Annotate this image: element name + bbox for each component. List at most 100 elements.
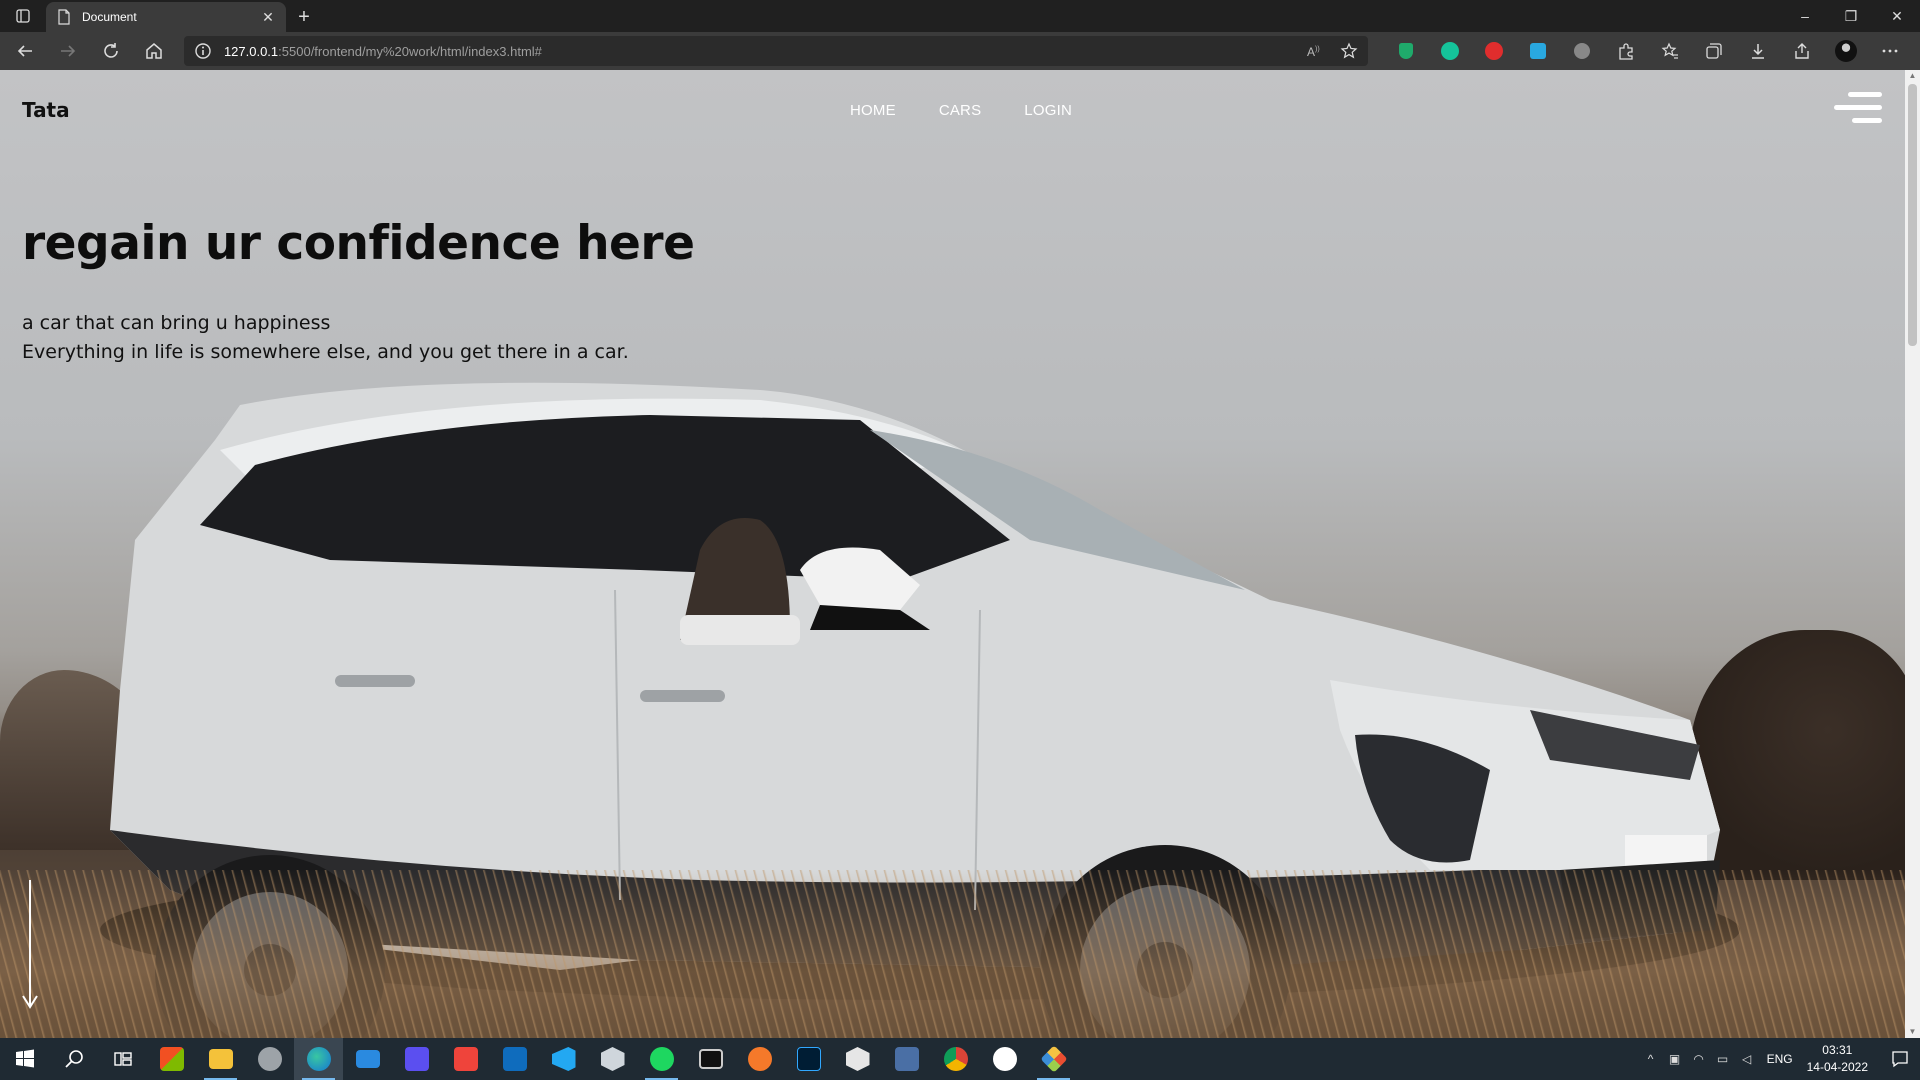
- taskbar-app-explorer[interactable]: [196, 1038, 245, 1080]
- taskbar-app-unity[interactable]: [833, 1038, 882, 1080]
- taskbar-app-chrome[interactable]: [931, 1038, 980, 1080]
- tab-actions-icon: [16, 9, 30, 23]
- clock-date: 14-04-2022: [1806, 1060, 1868, 1074]
- maximize-button[interactable]: ❐: [1828, 0, 1874, 32]
- minimize-button[interactable]: –: [1782, 0, 1828, 32]
- nav-home-link[interactable]: HOME: [850, 102, 896, 119]
- svg-text:)): )): [1315, 46, 1320, 53]
- taskbar-app-mail[interactable]: [343, 1038, 392, 1080]
- favorites-button[interactable]: [1648, 36, 1692, 66]
- taskbar-app-studio[interactable]: [882, 1038, 931, 1080]
- scroll-down-button-icon[interactable]: ▼: [1908, 1028, 1917, 1036]
- extension-icons: [1384, 36, 1912, 66]
- browser-tab-document[interactable]: Document ✕: [46, 2, 286, 32]
- add-favorite-icon[interactable]: [1340, 42, 1358, 60]
- scroll-down-arrow-icon[interactable]: [22, 880, 38, 1010]
- clock-time: 03:31: [1822, 1043, 1853, 1057]
- windows-taskbar: ^ ▣ ◠ ▭ ◁ ENG 03:31 14-04-2022: [0, 1038, 1920, 1080]
- new-tab-button[interactable]: +: [286, 2, 322, 32]
- refresh-icon: [104, 43, 119, 58]
- notification-center-button[interactable]: [1880, 1038, 1920, 1080]
- forward-arrow-icon: [61, 45, 76, 57]
- extension-shield[interactable]: [1384, 36, 1428, 66]
- studio-icon: [894, 1047, 919, 1071]
- extensions-button[interactable]: [1604, 36, 1648, 66]
- taskbar-app-outlook[interactable]: [490, 1038, 539, 1080]
- taskbar-app-generic[interactable]: [980, 1038, 1029, 1080]
- start-button[interactable]: [0, 1038, 49, 1080]
- read-aloud-icon[interactable]: A)): [1306, 42, 1324, 60]
- taskbar-app-terminal[interactable]: [686, 1038, 735, 1080]
- taskbar-clock[interactable]: 03:31 14-04-2022: [1807, 1042, 1868, 1076]
- taskbar-app-photoshop[interactable]: [784, 1038, 833, 1080]
- hamburger-menu-icon[interactable]: [1834, 92, 1882, 126]
- scroll-up-arrow-icon[interactable]: ▲: [1908, 72, 1917, 80]
- refresh-button[interactable]: [94, 36, 129, 66]
- taskbar-app-spotify[interactable]: [637, 1038, 686, 1080]
- anydesk-icon: [453, 1047, 478, 1071]
- vscode-icon: [551, 1047, 576, 1071]
- site-header: Tata HOME CARS LOGIN: [0, 70, 1905, 150]
- address-bar[interactable]: 127.0.0.1:5500/frontend/my%20work/html/i…: [183, 36, 1369, 66]
- home-icon: [146, 43, 163, 59]
- home-button[interactable]: [137, 36, 172, 66]
- share-icon: [1795, 43, 1809, 59]
- windows-start-icon: [15, 1049, 34, 1068]
- git-icon: [1039, 1045, 1068, 1073]
- taskbar-app-anydesk[interactable]: [441, 1038, 490, 1080]
- close-window-button[interactable]: ✕: [1874, 0, 1920, 32]
- taskbar-app-git[interactable]: [1029, 1038, 1078, 1080]
- window-controls: – ❐ ✕: [1782, 0, 1920, 32]
- vscode-blue-icon: [404, 1047, 429, 1071]
- adblock-icon: [1485, 42, 1504, 60]
- tray-overflow-chevron-icon[interactable]: ^: [1639, 1038, 1663, 1080]
- tray-meet-icon[interactable]: ▣: [1663, 1038, 1687, 1080]
- site-logo[interactable]: Tata: [22, 98, 70, 122]
- task-view-button[interactable]: [98, 1038, 147, 1080]
- downloads-button[interactable]: [1736, 36, 1780, 66]
- forward-button[interactable]: [51, 36, 86, 66]
- grass-foreground: [0, 870, 1920, 1038]
- taskbar-app-vscode[interactable]: [539, 1038, 588, 1080]
- collections-icon: [1706, 43, 1722, 59]
- grammarly-icon: [1441, 42, 1460, 60]
- cloud-icon: [1574, 43, 1591, 59]
- taskbar-app-3d[interactable]: [588, 1038, 637, 1080]
- taskbar-app-editor[interactable]: [392, 1038, 441, 1080]
- battery-icon[interactable]: ▭: [1711, 1038, 1735, 1080]
- site-info-icon[interactable]: [194, 42, 212, 60]
- tab-close-icon[interactable]: ✕: [260, 9, 276, 25]
- more-button[interactable]: [1868, 36, 1912, 66]
- share-button[interactable]: [1780, 36, 1824, 66]
- disk-icon: [257, 1047, 282, 1071]
- extension-blue[interactable]: [1516, 36, 1560, 66]
- nav-cars-link[interactable]: CARS: [939, 102, 981, 119]
- extension-grammarly[interactable]: [1428, 36, 1472, 66]
- mail-icon: [355, 1050, 380, 1068]
- profile-button[interactable]: [1824, 36, 1868, 66]
- volume-icon[interactable]: ◁: [1735, 1038, 1759, 1080]
- tab-actions-button[interactable]: [0, 0, 46, 32]
- language-indicator[interactable]: ENG: [1767, 1052, 1793, 1066]
- task-view-icon: [113, 1052, 132, 1066]
- taskbar-search-button[interactable]: [49, 1038, 98, 1080]
- taskbar-app-blender[interactable]: [735, 1038, 784, 1080]
- hero-subtitle-line-1: a car that can bring u happiness: [22, 312, 331, 334]
- terminal-icon: [698, 1049, 723, 1069]
- unity-icon: [845, 1047, 870, 1071]
- taskbar-app-edge[interactable]: [294, 1038, 343, 1080]
- collections-button[interactable]: [1692, 36, 1736, 66]
- nav-login-link[interactable]: LOGIN: [1024, 102, 1072, 119]
- extension-cloud[interactable]: [1560, 36, 1604, 66]
- back-button[interactable]: [8, 36, 43, 66]
- page-scrollbar[interactable]: ▲ ▼: [1905, 70, 1920, 1038]
- more-icon: [1882, 49, 1898, 53]
- taskbar-app-store[interactable]: [147, 1038, 196, 1080]
- taskbar-app-disk[interactable]: [245, 1038, 294, 1080]
- url-host: 127.0.0.1: [223, 43, 279, 59]
- address-bar-actions: A)): [1306, 42, 1358, 60]
- spotify-icon: [649, 1047, 674, 1071]
- wifi-icon[interactable]: ◠: [1687, 1038, 1711, 1080]
- scrollbar-thumb[interactable]: [1908, 84, 1917, 346]
- extension-red[interactable]: [1472, 36, 1516, 66]
